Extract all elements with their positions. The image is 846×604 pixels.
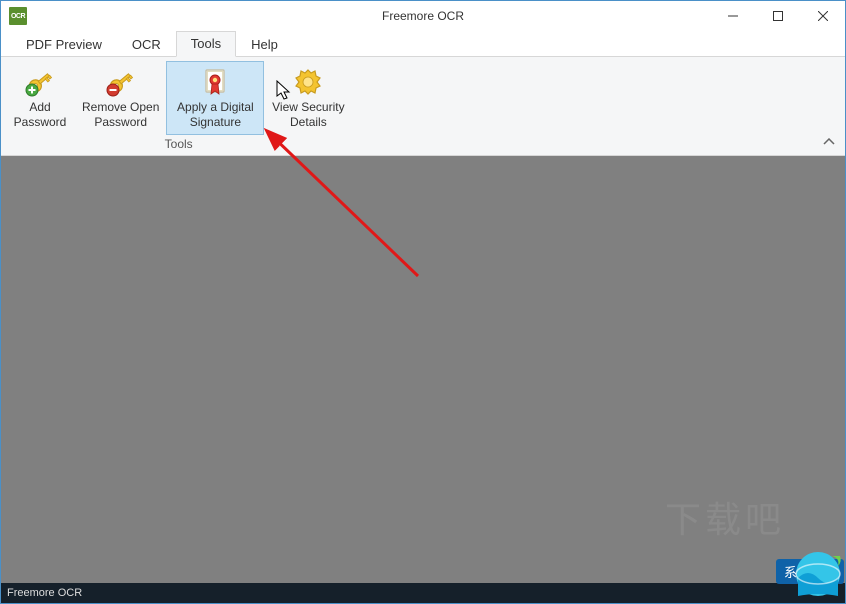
tab-label: Tools: [191, 36, 221, 51]
close-button[interactable]: [800, 1, 845, 31]
tab-pdf-preview[interactable]: PDF Preview: [11, 32, 117, 57]
remove-open-password-button[interactable]: Remove Open Password: [75, 61, 166, 135]
ribbon-button-label: Apply a Digital Signature: [177, 100, 254, 132]
certificate-icon: [199, 66, 231, 98]
tab-ocr[interactable]: OCR: [117, 32, 176, 57]
apply-digital-signature-button[interactable]: Apply a Digital Signature: [166, 61, 264, 135]
ribbon-collapse-button[interactable]: [819, 135, 839, 151]
maximize-icon: [773, 11, 783, 21]
ribbon-button-label: Remove Open Password: [82, 100, 159, 132]
watermark-globe-icon: [792, 548, 844, 600]
minimize-button[interactable]: [710, 1, 755, 31]
tab-label: Help: [251, 37, 278, 52]
view-security-details-button[interactable]: View Security Details: [264, 61, 352, 135]
window-controls: [710, 1, 845, 31]
faint-watermark: 下载吧: [665, 491, 785, 543]
ribbon-button-label: View Security Details: [272, 100, 344, 132]
app-window: OCR Freemore OCR PDF Preview OCR Tools H…: [0, 0, 846, 604]
menubar: PDF Preview OCR Tools Help: [1, 31, 845, 57]
add-password-button[interactable]: Add Password: [5, 61, 75, 135]
ribbon-group-label: Tools: [5, 137, 352, 151]
app-icon: OCR: [9, 7, 27, 25]
key-add-icon: [24, 66, 56, 98]
window-title: Freemore OCR: [382, 9, 464, 23]
tab-label: OCR: [132, 37, 161, 52]
tab-tools[interactable]: Tools: [176, 31, 236, 57]
statusbar: Freemore OCR: [1, 583, 845, 603]
maximize-button[interactable]: [755, 1, 800, 31]
statusbar-text: Freemore OCR: [7, 587, 82, 599]
ribbon-group-tools: Add Password: [5, 61, 352, 153]
close-icon: [818, 11, 828, 21]
ribbon: Add Password: [1, 57, 845, 156]
chevron-up-icon: [823, 138, 835, 146]
minimize-icon: [728, 11, 738, 21]
key-remove-icon: [105, 66, 137, 98]
tab-help[interactable]: Help: [236, 32, 293, 57]
content-area: 下载吧: [1, 156, 845, 583]
ribbon-button-label: Add Password: [14, 100, 67, 132]
titlebar: OCR Freemore OCR: [1, 1, 845, 31]
tab-label: PDF Preview: [26, 37, 102, 52]
app-icon-text: OCR: [11, 13, 25, 20]
shield-badge-icon: [292, 66, 324, 98]
